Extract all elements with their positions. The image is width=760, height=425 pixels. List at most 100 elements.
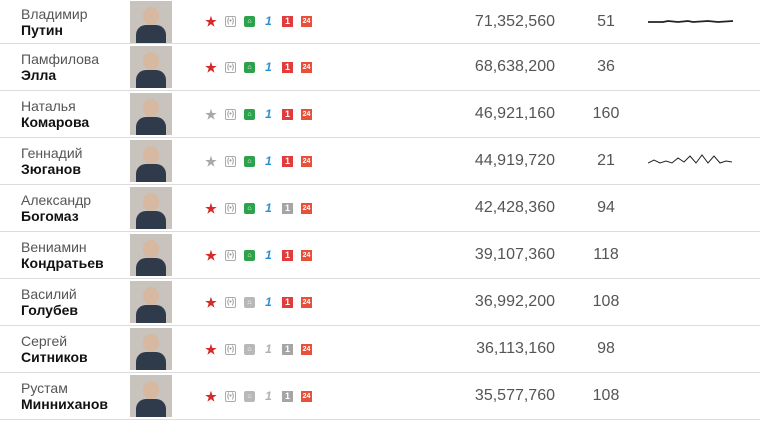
ntv-icon: ⌂ <box>244 296 255 308</box>
star-icon[interactable]: ★ <box>205 390 217 403</box>
media-icons: ★ (•) ⌂ 1 1 24 <box>205 59 320 74</box>
avatar[interactable] <box>130 187 172 229</box>
person-name[interactable]: Геннадий Зюганов <box>21 145 83 177</box>
avatar-head <box>143 6 159 25</box>
ntv-icon: ⌂ <box>244 202 255 214</box>
sparkline <box>648 154 733 164</box>
mention-value: 35,577,760 <box>474 387 555 404</box>
avatar-head <box>143 52 159 70</box>
radio-icon: (•) <box>225 343 236 355</box>
avatar[interactable] <box>130 46 172 88</box>
mention-value: 42,428,360 <box>474 199 555 216</box>
russia24-icon: 24 <box>301 61 312 73</box>
person-name[interactable]: Рустам Минниханов <box>21 380 108 412</box>
first-name: Наталья <box>21 98 76 114</box>
avatar[interactable] <box>130 375 172 417</box>
avatar[interactable] <box>130 93 172 135</box>
russia1-icon: 1 <box>265 59 272 74</box>
avatar-head <box>143 334 159 352</box>
russia24-icon: 24 <box>301 390 312 402</box>
avatar[interactable] <box>130 328 172 370</box>
first-name: Сергей <box>21 333 68 349</box>
avatar[interactable] <box>130 234 172 276</box>
first-name: Геннадий <box>21 145 83 161</box>
avatar-head <box>143 99 159 117</box>
avatar-body <box>136 305 166 323</box>
ntv-icon: ⌂ <box>244 61 255 73</box>
avatar-body <box>136 117 166 135</box>
russia1-icon: 1 <box>265 388 272 403</box>
person-name[interactable]: Александр Богомаз <box>21 192 91 224</box>
star-icon[interactable]: ★ <box>205 61 217 74</box>
avatar[interactable] <box>130 281 172 323</box>
russia24-icon: 24 <box>301 155 312 167</box>
table-row[interactable]: Наталья Комарова ★ (•) ⌂ 1 1 24 46,921,160 160 <box>0 91 760 138</box>
table-row[interactable]: Вениамин Кондратьев ★ (•) ⌂ 1 1 24 39,107,360 118 <box>0 232 760 279</box>
last-name: Ситников <box>21 349 88 365</box>
media-icons: ★ (•) ⌂ 1 1 24 <box>205 249 320 262</box>
russia24-icon: 24 <box>301 296 312 308</box>
star-icon[interactable]: ★ <box>205 249 217 262</box>
radio-icon: (•) <box>225 108 236 120</box>
star-icon[interactable]: ★ <box>205 15 217 28</box>
mention-count: 51 <box>597 12 615 30</box>
table-row[interactable]: Геннадий Зюганов ★ (•) ⌂ 1 1 24 44,919,720 21 <box>0 138 760 185</box>
media-icons: ★ (•) ⌂ 1 1 24 <box>205 202 320 215</box>
mention-count: 98 <box>597 340 615 357</box>
table-row[interactable]: Василий Голубев ★ (•) ⌂ 1 1 24 36,992,200 108 <box>0 279 760 326</box>
table-row[interactable]: Владимир Путин ★ (•) ⌂ 1 1 24 71,352,560 51 <box>0 0 760 44</box>
radio-icon: (•) <box>225 390 236 402</box>
first-name: Владимир <box>21 5 88 22</box>
mention-count: 108 <box>592 387 620 404</box>
last-name: Кондратьев <box>21 255 104 271</box>
person-name[interactable]: Памфилова Элла <box>21 51 99 83</box>
last-name: Минниханов <box>21 396 108 412</box>
person-name[interactable]: Василий Голубев <box>21 286 78 318</box>
ntv-icon: ⌂ <box>244 155 255 167</box>
radio-icon: (•) <box>225 16 236 27</box>
avatar-body <box>136 258 166 276</box>
russia1-icon: 1 <box>265 106 272 121</box>
star-icon[interactable]: ★ <box>205 343 217 356</box>
avatar-body <box>136 211 166 229</box>
table-row[interactable]: Памфилова Элла ★ (•) ⌂ 1 1 24 68,638,200 36 <box>0 44 760 91</box>
russia24-icon: 24 <box>301 16 312 27</box>
person-name[interactable]: Владимир Путин <box>21 6 88 38</box>
radio-icon: (•) <box>225 296 236 308</box>
table-row[interactable]: Сергей Ситников ★ (•) ⌂ 1 1 24 36,113,160 98 <box>0 326 760 373</box>
last-name: Элла <box>21 67 57 83</box>
media-icons: ★ (•) ⌂ 1 1 24 <box>205 296 320 309</box>
star-icon[interactable]: ★ <box>205 202 217 215</box>
last-name: Путин <box>21 21 63 38</box>
star-icon[interactable]: ★ <box>205 296 217 309</box>
russia1-icon: 1 <box>265 14 272 28</box>
table-row[interactable]: Рустам Минниханов ★ (•) ⌂ 1 1 24 35,577,760 108 <box>0 373 760 420</box>
radio-icon: (•) <box>225 202 236 214</box>
channel1-icon: 1 <box>282 343 293 355</box>
last-name: Богомаз <box>21 208 79 224</box>
ntv-icon: ⌂ <box>244 108 255 120</box>
avatar[interactable] <box>130 140 172 182</box>
star-icon[interactable]: ★ <box>205 108 217 121</box>
russia1-icon: 1 <box>265 341 272 356</box>
channel1-icon: 1 <box>282 296 293 308</box>
avatar[interactable] <box>130 0 172 43</box>
person-name[interactable]: Вениамин Кондратьев <box>21 239 104 271</box>
channel1-icon: 1 <box>282 108 293 120</box>
sparkline-path <box>648 19 733 23</box>
sparkline-path <box>648 154 733 164</box>
radio-icon: (•) <box>225 249 236 261</box>
mention-value: 46,921,160 <box>474 105 555 122</box>
table-row[interactable]: Александр Богомаз ★ (•) ⌂ 1 1 24 42,428,360 94 <box>0 185 760 232</box>
media-icons: ★ (•) ⌂ 1 1 24 <box>205 106 320 121</box>
mention-count: 118 <box>593 246 619 263</box>
radio-icon: (•) <box>225 155 236 167</box>
channel1-icon: 1 <box>282 16 293 27</box>
avatar-body <box>136 352 166 370</box>
person-name[interactable]: Наталья Комарова <box>21 98 89 130</box>
mention-count: 94 <box>597 199 615 216</box>
channel1-icon: 1 <box>282 61 293 73</box>
last-name: Комарова <box>21 114 90 130</box>
person-name[interactable]: Сергей Ситников <box>21 333 88 365</box>
star-icon[interactable]: ★ <box>205 155 217 168</box>
